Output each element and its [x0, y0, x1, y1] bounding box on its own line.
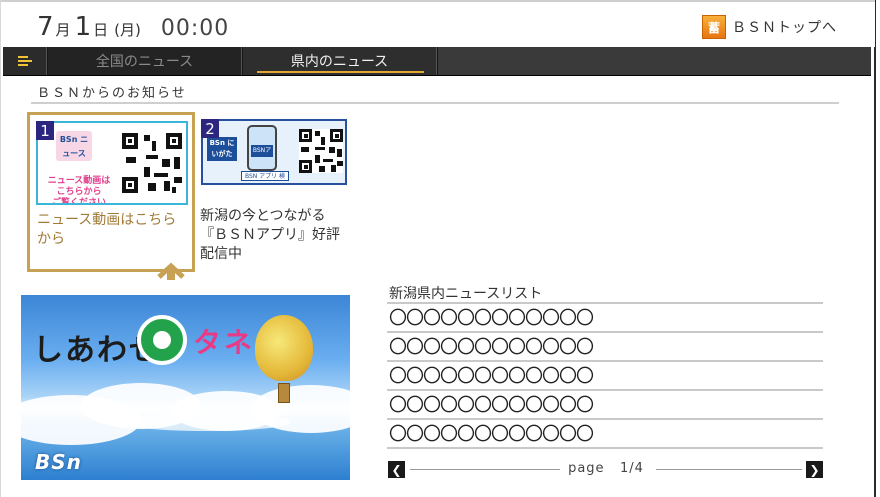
tab-national-news-label: 全国のニュース	[95, 54, 194, 70]
news-list-item[interactable]: 〇〇〇〇〇〇〇〇〇〇〇〇	[389, 395, 821, 417]
notices-divider	[31, 102, 839, 104]
news-list-item[interactable]: 〇〇〇〇〇〇〇〇〇〇〇〇	[389, 366, 821, 388]
remote-blue-button-icon: 蓄	[702, 15, 726, 39]
bsn-top-link-label: ＢＳＮトップへ	[732, 20, 837, 36]
tab-prefecture-news[interactable]: 県内のニュース	[243, 47, 437, 75]
swirl-logo-icon	[137, 315, 187, 365]
pager-total: 4	[634, 461, 644, 476]
date-month: 7	[37, 12, 54, 42]
pager-label: page	[568, 461, 605, 476]
bsn-news-logo: BSn ニュース	[56, 131, 92, 161]
date-display: 7 月 1 日 (月) 00:00	[37, 14, 229, 44]
notice-number-2: 2	[201, 119, 219, 138]
shiawase-tane-banner[interactable]: しあわせ タネ BSn	[21, 295, 350, 480]
chevron-up-icon[interactable]	[156, 262, 186, 280]
date-day-unit: 日	[93, 21, 109, 39]
news-list-item[interactable]: 〇〇〇〇〇〇〇〇〇〇〇〇	[389, 337, 821, 359]
bsn-top-link[interactable]: 蓄 ＢＳＮトップへ	[702, 15, 837, 39]
notice-thumbnail-1: BSn ニュース ニュース動画は こちらから ご覧ください	[36, 121, 188, 205]
date-day: 1	[74, 12, 92, 42]
news-row-divider	[387, 360, 823, 362]
notice-title-2: 新潟の今とつながる『ＢＳＮアプリ』好評配信中	[200, 208, 340, 262]
news-pager: ❮ page 1/4 ❯	[388, 460, 824, 480]
date-month-unit: 月	[55, 21, 71, 39]
notice-card-1[interactable]: 1 BSn ニュース ニュース動画は こちらから ご覧ください ニュース動画はこ…	[27, 112, 195, 272]
news-list-divider	[387, 302, 823, 304]
smartphone-icon: BSNアプリ	[247, 125, 277, 171]
banner-wordmark-tane: タネ	[193, 326, 256, 359]
app-frame: 7 月 1 日 (月) 00:00 蓄 ＢＳＮトップへ 全国のニュース 県内のニ…	[0, 0, 876, 497]
tab-prefecture-news-label: 県内のニュース	[290, 54, 389, 70]
qr-code-icon	[299, 129, 343, 173]
news-list-item[interactable]: 〇〇〇〇〇〇〇〇〇〇〇〇	[389, 424, 821, 446]
notice-thumbnail-2: BSn にいがた BSNアプリ BSN アプリ 検索	[201, 119, 347, 185]
hamburger-menu-icon	[17, 56, 32, 66]
qr-code-icon	[122, 133, 182, 193]
news-row-divider	[387, 447, 823, 449]
tab-bar: 全国のニュース 県内のニュース	[3, 47, 871, 76]
bsn-logo: BSn	[35, 450, 82, 474]
notice-title-1: ニュース動画はこちらから	[37, 212, 177, 247]
header: 7 月 1 日 (月) 00:00 蓄 ＢＳＮトップへ	[1, 0, 875, 47]
tab-national-news[interactable]: 全国のニュース	[48, 47, 242, 75]
news-row-divider	[387, 331, 823, 333]
date-weekday: (月)	[114, 21, 141, 39]
chevron-right-icon[interactable]: ❯	[806, 461, 823, 478]
notice-card-2[interactable]: 2 BSn にいがた BSNアプリ BSN アプリ 検索	[194, 112, 362, 272]
notice-thumbnail-caption: ニュース動画は こちらから ご覧ください	[47, 176, 111, 205]
pager-current: 1	[619, 461, 630, 476]
clock-time: 00:00	[160, 16, 230, 41]
pager-line-left	[410, 469, 560, 470]
active-tab-indicator	[257, 71, 424, 73]
news-list-heading: 新潟県内ニュースリスト	[389, 286, 543, 302]
bsn-niigata-logo: BSn にいがた	[207, 137, 237, 161]
app-search-badge: BSN アプリ 検索	[241, 171, 289, 181]
balloon-basket-icon	[278, 383, 290, 403]
notice-number-1: 1	[36, 121, 54, 140]
notices-heading: ＢＳＮからのお知らせ	[37, 86, 187, 101]
pager-status: page 1/4	[556, 461, 656, 476]
news-row-divider	[387, 418, 823, 420]
hot-air-balloon-icon	[255, 315, 313, 381]
tab-bar-filler	[438, 47, 871, 75]
news-list-item[interactable]: 〇〇〇〇〇〇〇〇〇〇〇〇	[389, 308, 821, 330]
menu-button[interactable]	[3, 47, 47, 75]
chevron-left-icon[interactable]: ❮	[388, 461, 405, 478]
pager-line-right	[656, 469, 802, 470]
news-row-divider	[387, 389, 823, 391]
